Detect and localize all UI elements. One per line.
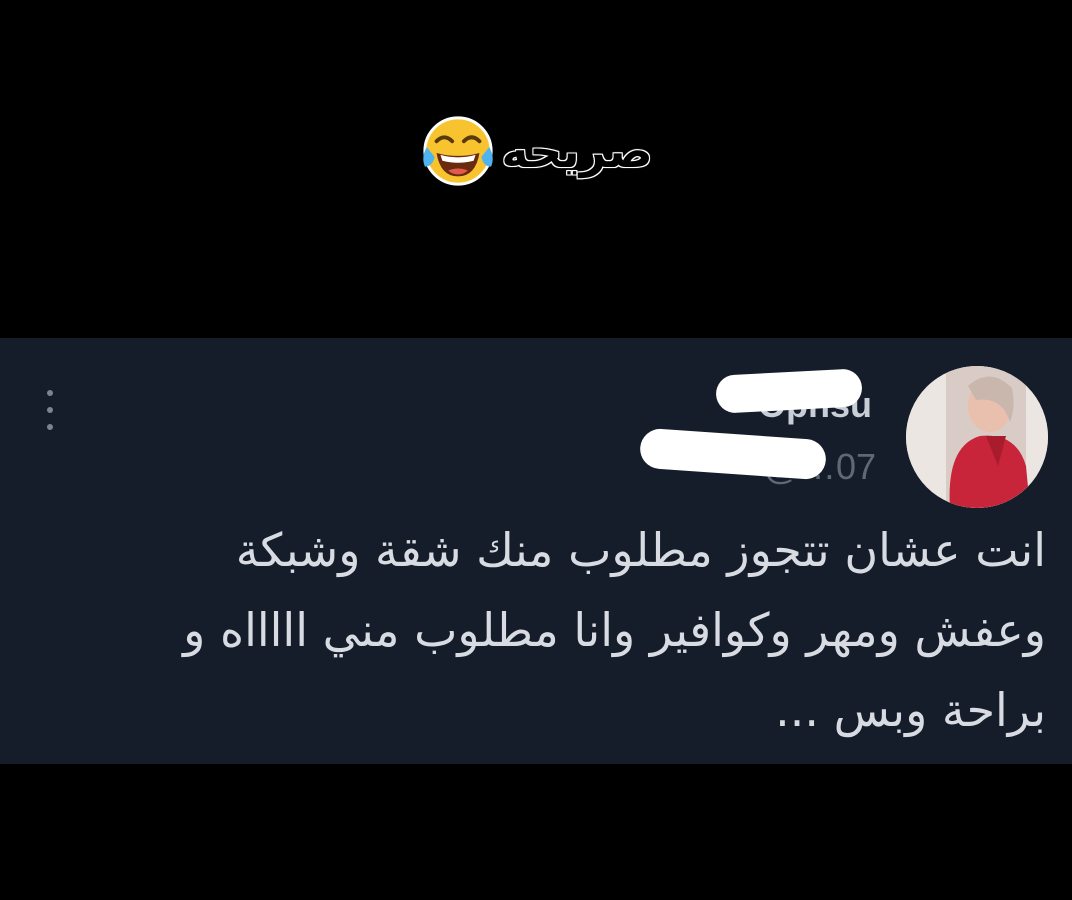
face-with-tears-of-joy-icon [423, 116, 494, 186]
tweet-text-line: وعفش ومهر وكوافير وانا مطلوب مني اااااه … [183, 603, 1046, 657]
avatar[interactable] [906, 366, 1048, 508]
tweet-card: Opnsu @…07 انت عشان تتجوز مطلوب منك شقة … [0, 338, 1072, 764]
redaction-mark [715, 368, 863, 414]
tweet-text: انت عشان تتجوز مطلوب منك شقة وشبكة وعفش … [46, 510, 1046, 750]
more-options-icon[interactable] [42, 390, 58, 430]
tweet-text-line: براحة وبس ... [775, 683, 1046, 737]
profile-photo [906, 366, 1048, 508]
screen: صريحه Opnsu @ [0, 0, 1072, 900]
overlay-caption: صريحه [0, 112, 1072, 190]
tweet-text-line: انت عشان تتجوز مطلوب منك شقة وشبكة [235, 523, 1046, 577]
redaction-mark [638, 427, 828, 481]
caption-text: صريحه [500, 124, 653, 178]
